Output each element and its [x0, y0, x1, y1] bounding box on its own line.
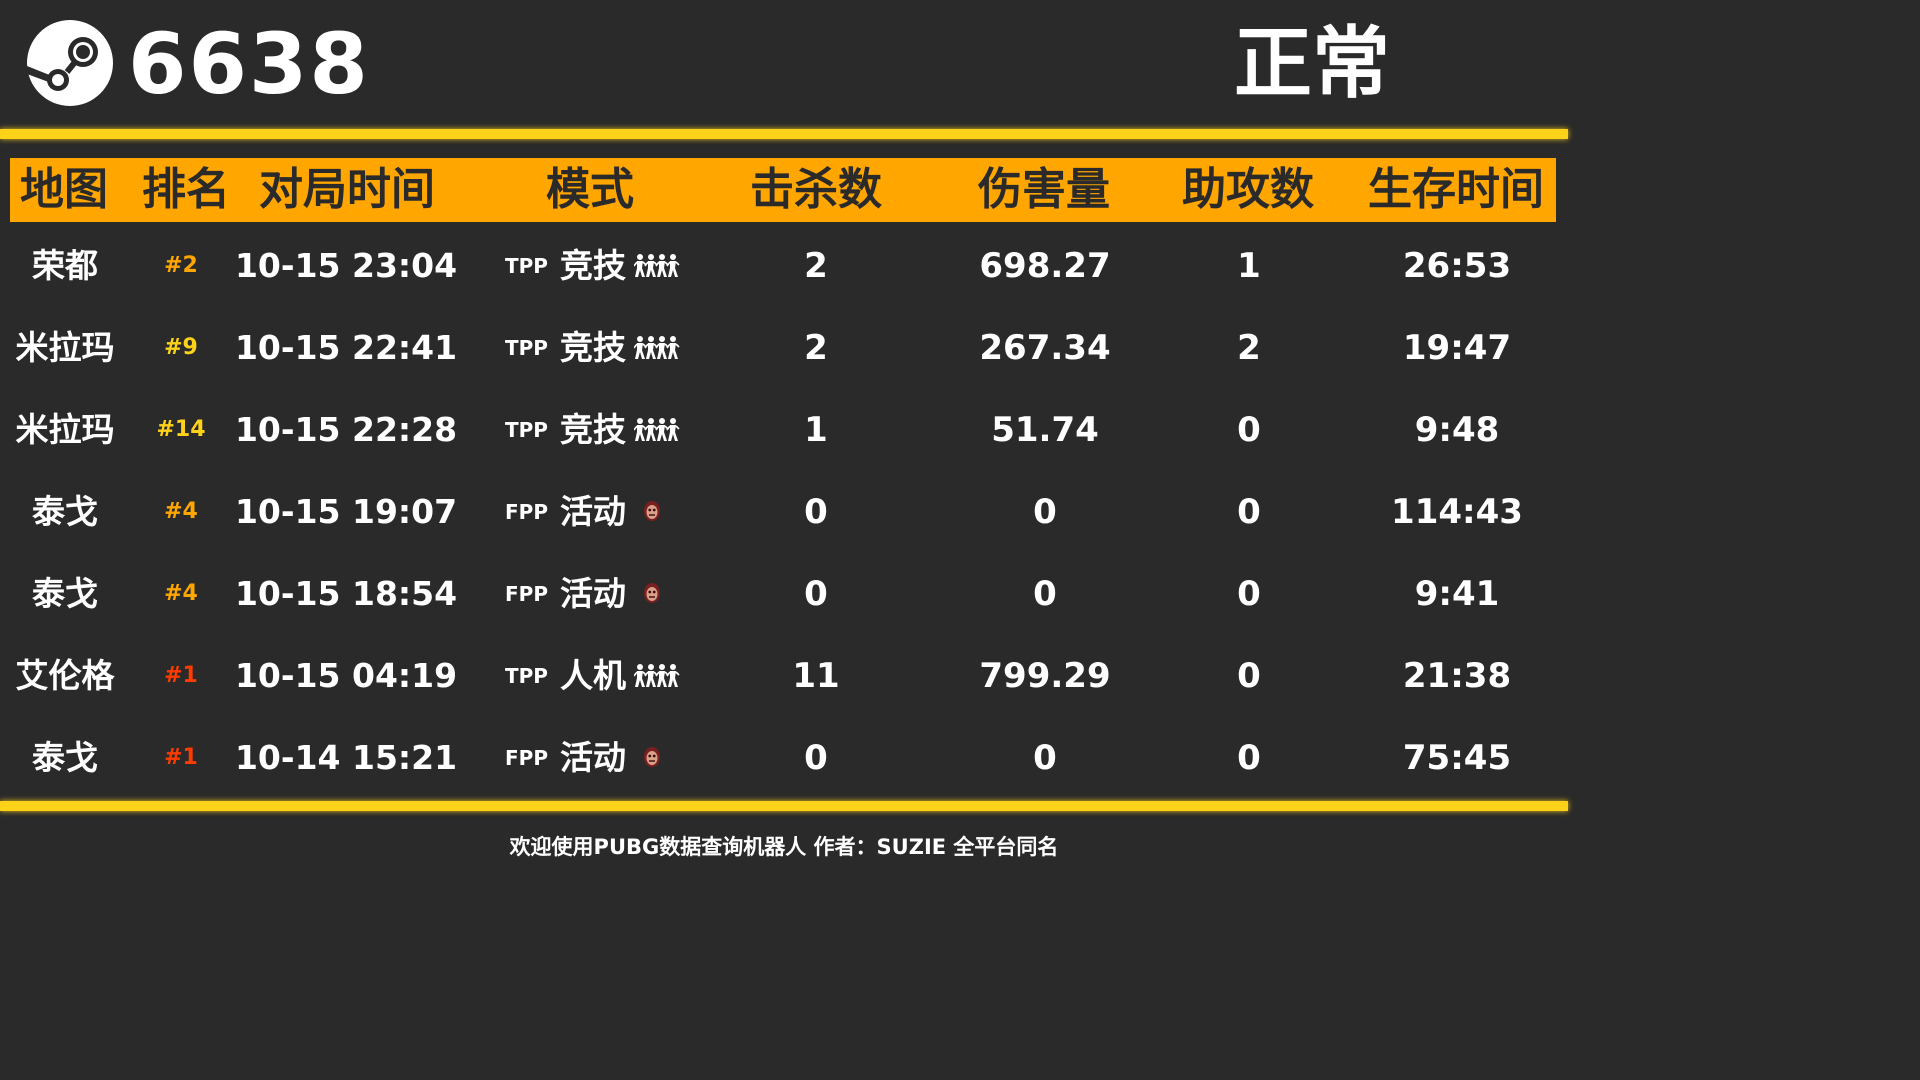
perspective-label: TPP	[505, 254, 548, 278]
column-header-match-time: 对局时间	[259, 164, 435, 215]
survival-time-value: 19:47	[1402, 328, 1512, 368]
column-header-damage: 伤害量	[978, 164, 1110, 215]
table-header: 地图 排名 对局时间 模式 击杀数 伤害量 助攻数 生存时间	[10, 158, 1556, 222]
kills-value: 2	[804, 246, 828, 286]
perspective-label: TPP	[505, 418, 548, 442]
match-time: 10-15 18:54	[234, 574, 458, 613]
match-time: 10-15 04:19	[234, 656, 458, 695]
kills-value: 0	[804, 738, 828, 778]
assists-value: 2	[1237, 328, 1261, 368]
mode-label: 竞技	[560, 328, 626, 367]
squad-icon	[634, 336, 680, 359]
rank-badge: #1	[164, 745, 198, 770]
match-time: 10-14 15:21	[234, 738, 458, 777]
column-header-assists: 助攻数	[1182, 164, 1314, 215]
top-divider	[0, 129, 1568, 139]
kills-value: 1	[804, 410, 828, 450]
assists-value: 0	[1237, 492, 1261, 532]
rank-badge: #4	[164, 581, 198, 606]
map-name: 米拉玛	[15, 328, 115, 367]
kills-value: 11	[792, 656, 840, 696]
header: 6638 正常	[0, 0, 1568, 128]
perspective-label: FPP	[505, 582, 548, 606]
kills-value: 0	[804, 492, 828, 532]
steam-logo-icon	[27, 20, 113, 106]
table-row: 米拉玛 #14 10-15 22:28 1 51.74 0 9:48 TPP 竞技	[0, 389, 1568, 471]
mode-label: 竞技	[560, 246, 626, 285]
map-name: 泰戈	[32, 738, 98, 777]
survival-time-value: 9:48	[1414, 410, 1500, 450]
map-name: 泰戈	[32, 574, 98, 613]
table-row: 泰戈 #4 10-15 19:07 0 0 0 114:43 FPP 活动	[0, 471, 1568, 553]
map-name: 泰戈	[32, 492, 98, 531]
table-row: 荣都 #2 10-15 23:04 2 698.27 1 26:53 TPP 竞技	[0, 225, 1568, 307]
map-name: 荣都	[32, 246, 98, 285]
mode-label: 竞技	[560, 410, 626, 449]
zombie-icon	[644, 747, 660, 767]
rank-badge: #4	[164, 499, 198, 524]
damage-value: 51.74	[991, 410, 1099, 450]
damage-value: 0	[1033, 738, 1057, 778]
survival-time-value: 9:41	[1414, 574, 1500, 614]
assists-value: 0	[1237, 656, 1261, 696]
column-header-survival-time: 生存时间	[1368, 164, 1544, 215]
damage-value: 0	[1033, 492, 1057, 532]
squad-icon	[634, 254, 680, 277]
column-header-mode: 模式	[546, 164, 634, 215]
squad-icon	[634, 418, 680, 441]
assists-value: 1	[1237, 246, 1261, 286]
damage-value: 267.34	[979, 328, 1111, 368]
rank-badge: #14	[156, 417, 206, 442]
match-time: 10-15 23:04	[234, 246, 458, 285]
match-time: 10-15 22:28	[234, 410, 458, 449]
match-time: 10-15 19:07	[234, 492, 458, 531]
zombie-icon	[644, 501, 660, 521]
mode-label: 人机	[560, 656, 626, 695]
table-row: 艾伦格 #1 10-15 04:19 11 799.29 0 21:38 TPP 人机	[0, 635, 1568, 717]
rank-badge: #2	[164, 253, 198, 278]
survival-time-value: 114:43	[1391, 492, 1523, 532]
perspective-label: FPP	[505, 746, 548, 770]
assists-value: 0	[1237, 410, 1261, 450]
zombie-icon	[644, 583, 660, 603]
table-row: 泰戈 #1 10-14 15:21 0 0 0 75:45 FPP 活动	[0, 717, 1568, 799]
mode-label: 活动	[560, 492, 626, 531]
column-header-map: 地图	[20, 164, 108, 215]
player-id: 6638	[128, 15, 370, 113]
survival-time-value: 21:38	[1402, 656, 1512, 696]
perspective-label: FPP	[505, 500, 548, 524]
table-row: 泰戈 #4 10-15 18:54 0 0 0 9:41 FPP 活动	[0, 553, 1568, 635]
survival-time-value: 26:53	[1402, 246, 1512, 286]
damage-value: 799.29	[979, 656, 1111, 696]
kills-value: 0	[804, 574, 828, 614]
damage-value: 698.27	[979, 246, 1111, 286]
perspective-label: TPP	[505, 336, 548, 360]
perspective-label: TPP	[505, 664, 548, 688]
match-time: 10-15 22:41	[234, 328, 458, 367]
table-row: 米拉玛 #9 10-15 22:41 2 267.34 2 19:47 TPP 竞技	[0, 307, 1568, 389]
kills-value: 2	[804, 328, 828, 368]
map-name: 艾伦格	[15, 656, 115, 695]
assists-value: 0	[1237, 738, 1261, 778]
mode-label: 活动	[560, 738, 626, 777]
map-name: 米拉玛	[15, 410, 115, 449]
rank-badge: #1	[164, 663, 198, 688]
column-header-kills: 击杀数	[750, 164, 882, 215]
damage-value: 0	[1033, 574, 1057, 614]
bottom-divider	[0, 801, 1568, 811]
account-status: 正常	[1234, 19, 1391, 109]
column-header-rank: 排名	[142, 164, 230, 215]
rank-badge: #9	[164, 335, 198, 360]
footer-credit: 欢迎使用PUBG数据查询机器人 作者：SUZIE 全平台同名	[509, 835, 1059, 859]
mode-label: 活动	[560, 574, 626, 613]
survival-time-value: 75:45	[1402, 738, 1512, 778]
squad-icon	[634, 664, 680, 687]
assists-value: 0	[1237, 574, 1261, 614]
